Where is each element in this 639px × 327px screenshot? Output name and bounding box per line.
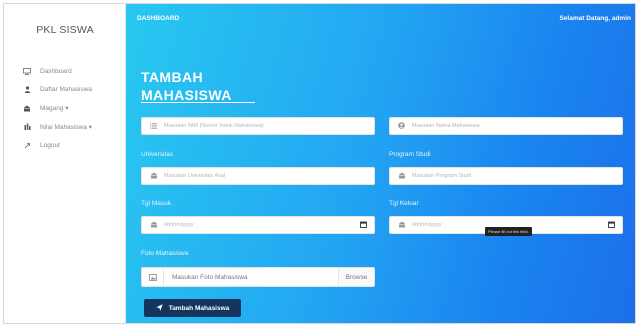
sidebar-item-label: Dashboard bbox=[40, 67, 72, 75]
list-icon bbox=[149, 122, 158, 131]
calendar-icon[interactable] bbox=[608, 221, 615, 230]
monitor-icon bbox=[20, 67, 34, 75]
main-content: DASHBOARD Selamat Datang, admin TAMBAH M… bbox=[126, 4, 635, 323]
brand-title: PKL SISWA bbox=[36, 24, 94, 36]
page-title: TAMBAH MAHASISWA bbox=[141, 69, 232, 103]
image-icon bbox=[142, 268, 164, 286]
app-window: PKL SISWA Dashboard Daftar Mahasiswa Mag… bbox=[3, 3, 636, 324]
universitas-field[interactable] bbox=[141, 167, 375, 185]
sidebar-item-nilai-mahasiswa[interactable]: Nilai Mahasiswa ▾ bbox=[20, 118, 92, 137]
building-icon bbox=[149, 221, 158, 230]
nim-input[interactable] bbox=[164, 123, 367, 129]
nama-input[interactable] bbox=[412, 123, 615, 129]
tgl-masuk-input[interactable] bbox=[164, 222, 356, 228]
sidebar-nav: Dashboard Daftar Mahasiswa Magang ▾ Nila… bbox=[20, 62, 92, 155]
building-icon bbox=[20, 105, 34, 112]
universitas-label: Universitas bbox=[141, 151, 174, 158]
sidebar: PKL SISWA Dashboard Daftar Mahasiswa Mag… bbox=[4, 4, 126, 323]
tgl-masuk-field[interactable] bbox=[141, 216, 375, 234]
sidebar-item-label: Daftar Mahasiswa bbox=[40, 86, 93, 94]
sidebar-item-logout[interactable]: Logout bbox=[20, 136, 92, 155]
sidebar-item-label: Nilai Mahasiswa ▾ bbox=[40, 123, 93, 131]
topbar-section-title: DASHBOARD bbox=[137, 15, 180, 22]
logout-icon bbox=[20, 142, 34, 149]
sidebar-item-label: Logout bbox=[40, 141, 60, 149]
title-underline bbox=[141, 102, 255, 103]
user-circle-icon bbox=[397, 121, 406, 131]
welcome-text: Selamat Datang, admin bbox=[559, 15, 631, 22]
browse-button[interactable]: Browse bbox=[338, 268, 374, 286]
nim-field[interactable] bbox=[141, 117, 375, 135]
sidebar-item-label: Magang ▾ bbox=[40, 105, 69, 113]
foto-file-label[interactable]: Masukan Foto Mahasiswa bbox=[164, 268, 338, 286]
building-icon bbox=[397, 221, 406, 230]
tambah-mahasiswa-button[interactable]: Tambah Mahasiswa bbox=[144, 299, 241, 317]
user-icon bbox=[20, 86, 34, 94]
nama-field[interactable] bbox=[389, 117, 623, 135]
foto-label: Foto Mahasiswa bbox=[141, 250, 189, 257]
tgl-keluar-label: Tgl Keluar bbox=[389, 200, 419, 207]
sidebar-item-dashboard[interactable]: Dashboard bbox=[20, 62, 92, 81]
sidebar-item-daftar-mahasiswa[interactable]: Daftar Mahasiswa bbox=[20, 81, 92, 100]
universitas-input[interactable] bbox=[164, 173, 367, 179]
prodi-input[interactable] bbox=[412, 173, 615, 179]
validation-tooltip: Please fill out this field. bbox=[485, 227, 532, 236]
submit-label: Tambah Mahasiswa bbox=[168, 304, 230, 312]
prodi-label: Program Studi bbox=[389, 151, 431, 158]
tgl-masuk-label: Tgl Masuk bbox=[141, 200, 171, 207]
send-icon bbox=[156, 303, 163, 313]
prodi-field[interactable] bbox=[389, 167, 623, 185]
sidebar-item-magang[interactable]: Magang ▾ bbox=[20, 99, 92, 118]
calendar-icon[interactable] bbox=[360, 221, 367, 230]
building-icon bbox=[397, 172, 406, 181]
bar-chart-icon bbox=[20, 123, 34, 131]
foto-file-field[interactable]: Masukan Foto Mahasiswa Browse bbox=[141, 267, 375, 287]
building-icon bbox=[149, 172, 158, 181]
